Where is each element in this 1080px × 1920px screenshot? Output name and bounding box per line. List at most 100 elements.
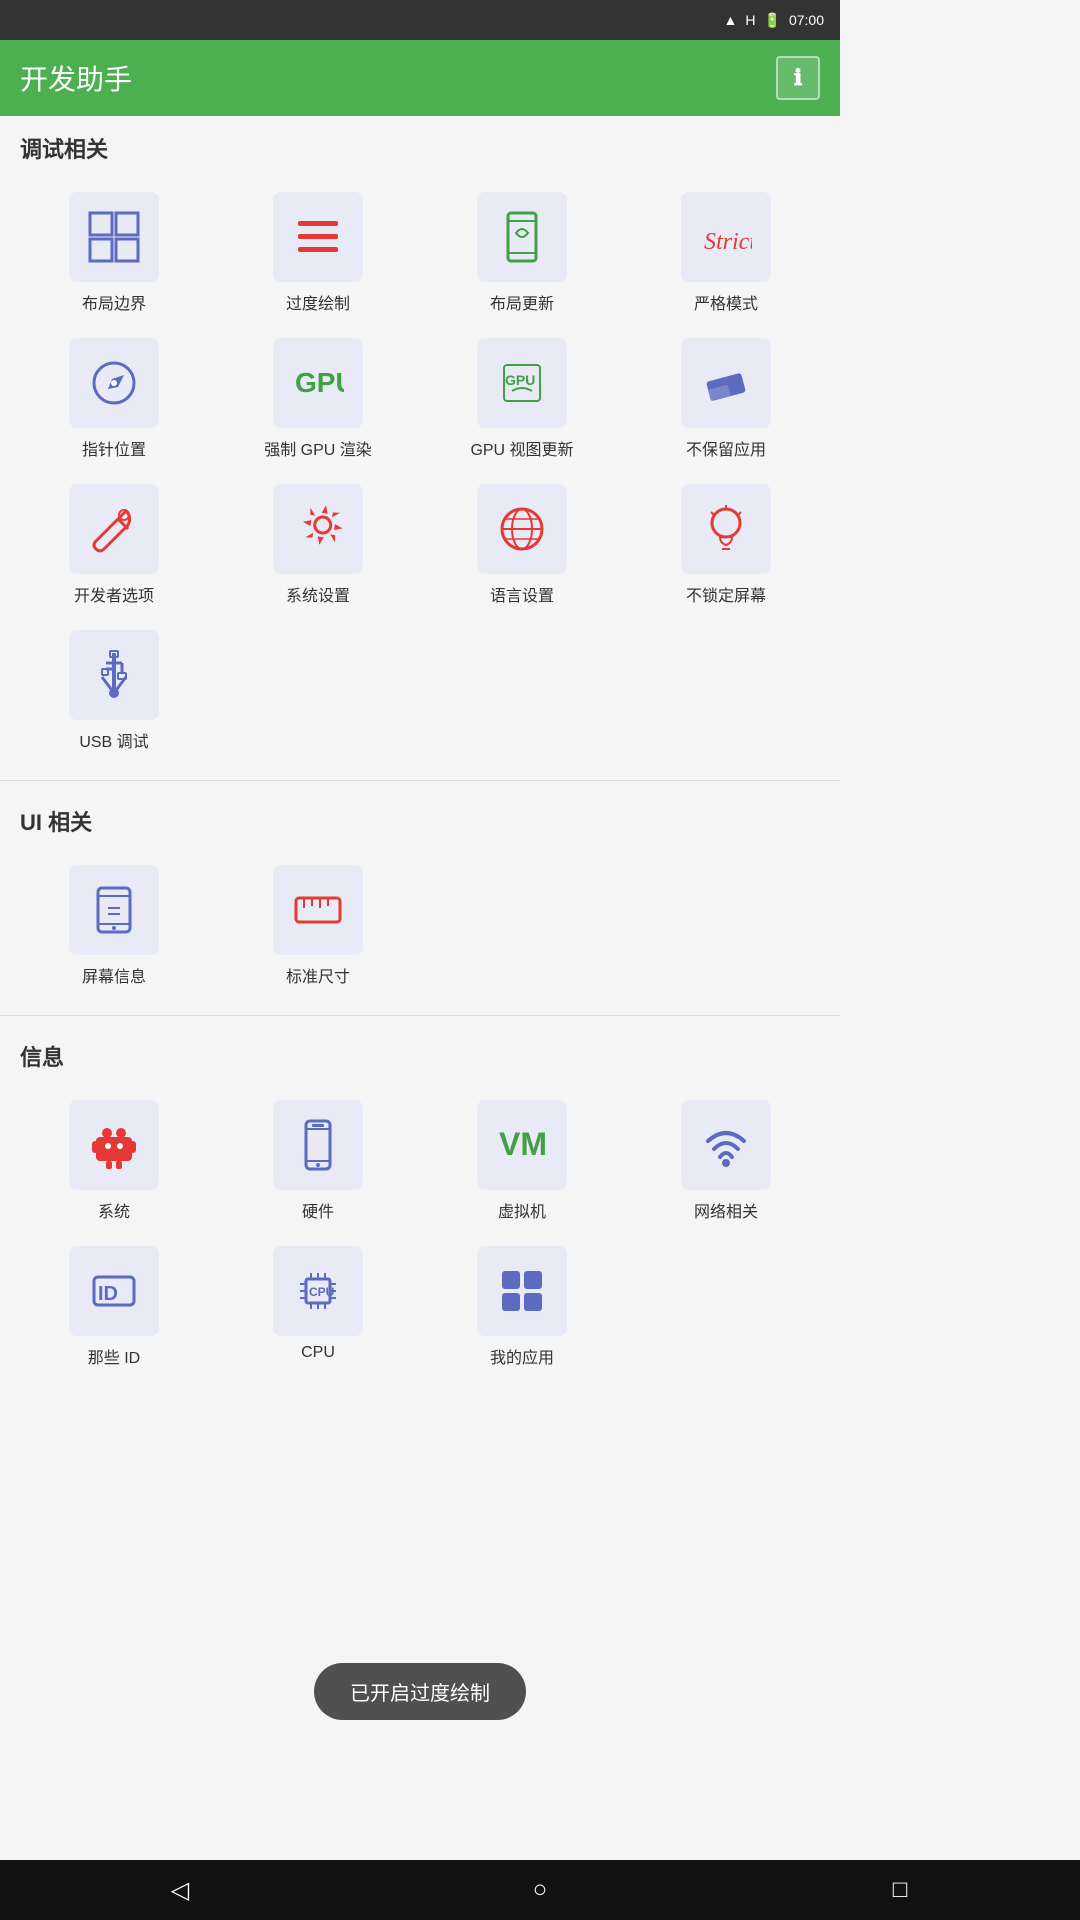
divider-1 — [0, 780, 840, 781]
label-vm: 虚拟机 — [498, 1198, 546, 1222]
item-lang-settings[interactable]: 语言设置 — [420, 472, 624, 618]
section-debug: 调试相关 布局边界 过度绘制 — [0, 116, 840, 772]
icon-box-those-id: ID — [69, 1246, 159, 1336]
item-layout-update[interactable]: 布局更新 — [420, 180, 624, 326]
item-sys-settings[interactable]: 系统设置 — [216, 472, 420, 618]
app-title: 开发助手 — [20, 58, 132, 98]
svg-text:GPU: GPU — [295, 367, 344, 398]
svg-text:GPU: GPU — [505, 372, 535, 388]
icon-box-gpu-view: GPU — [477, 338, 567, 428]
icon-box-my-app — [477, 1246, 567, 1336]
ruler-icon — [292, 884, 344, 936]
item-no-save-app[interactable]: 不保留应用 — [624, 326, 828, 472]
item-usb-debug[interactable]: USB 调试 — [12, 618, 216, 764]
item-hardware[interactable]: 硬件 — [216, 1088, 420, 1234]
item-pointer[interactable]: 指针位置 — [12, 326, 216, 472]
label-those-id: 那些 ID — [88, 1344, 140, 1368]
home-button[interactable]: ○ — [510, 1870, 570, 1910]
label-std-size: 标准尺寸 — [286, 963, 350, 987]
label-screen-info: 屏幕信息 — [82, 963, 146, 987]
item-gpu-view[interactable]: GPU GPU 视图更新 — [420, 326, 624, 472]
item-those-id[interactable]: ID 那些 ID — [12, 1234, 216, 1380]
bulb-icon — [700, 503, 752, 555]
icon-box-lang-settings — [477, 484, 567, 574]
signal-icon: ▲ — [724, 12, 738, 28]
toast-message: 已开启过度绘制 — [314, 1663, 526, 1720]
wifi-icon — [700, 1119, 752, 1171]
battery-icon: 🔋 — [764, 12, 781, 29]
icon-box-system — [69, 1100, 159, 1190]
cpu-icon: CPU — [292, 1265, 344, 1317]
svg-text:VM: VM — [499, 1126, 547, 1162]
item-dev-options[interactable]: 开发者选项 — [12, 472, 216, 618]
section-info: 信息 系统 — [0, 1024, 840, 1388]
label-gpu-view: GPU 视图更新 — [470, 436, 573, 460]
usb-icon — [88, 649, 140, 701]
strict-icon: Strict — [700, 211, 752, 263]
icon-box-layout-border — [69, 192, 159, 282]
back-button[interactable]: ◁ — [150, 1870, 210, 1910]
icon-box-vm: VM — [477, 1100, 567, 1190]
label-no-lock: 不锁定屏幕 — [686, 582, 766, 606]
label-usb-debug: USB 调试 — [79, 728, 148, 752]
icon-box-overdraw — [273, 192, 363, 282]
icon-box-layout-update — [477, 192, 567, 282]
recent-button[interactable]: □ — [870, 1870, 930, 1910]
pointer-icon — [88, 357, 140, 409]
svg-text:ID: ID — [98, 1283, 118, 1305]
id-icon: ID — [88, 1265, 140, 1317]
label-system: 系统 — [98, 1198, 130, 1222]
gear-icon — [294, 491, 358, 555]
item-force-gpu[interactable]: GPU 强制 GPU 渲染 — [216, 326, 420, 472]
item-cpu[interactable]: CPU CPU — [216, 1234, 420, 1380]
icon-box-usb-debug — [69, 630, 159, 720]
info-grid: 系统 硬件 VM 虚拟机 — [0, 1080, 840, 1388]
icon-box-std-size — [273, 865, 363, 955]
eraser-icon — [700, 357, 752, 409]
phone2-icon — [292, 1119, 344, 1171]
divider-2 — [0, 1015, 840, 1016]
label-lang-settings: 语言设置 — [490, 582, 554, 606]
vm-icon: VM — [496, 1119, 548, 1171]
globe-icon — [496, 503, 548, 555]
icon-box-network — [681, 1100, 771, 1190]
h-signal: H — [745, 12, 755, 28]
item-layout-border[interactable]: 布局边界 — [12, 180, 216, 326]
label-my-app: 我的应用 — [490, 1344, 554, 1368]
icon-box-pointer — [69, 338, 159, 428]
label-cpu: CPU — [301, 1344, 335, 1362]
status-bar: ▲ H 🔋 07:00 — [0, 0, 840, 40]
section-info-header: 信息 — [0, 1024, 840, 1080]
myapp-icon — [496, 1265, 548, 1317]
item-network[interactable]: 网络相关 — [624, 1088, 828, 1234]
item-no-lock[interactable]: 不锁定屏幕 — [624, 472, 828, 618]
item-overdraw[interactable]: 过度绘制 — [216, 180, 420, 326]
icon-box-strict-mode: Strict — [681, 192, 771, 282]
debug-grid: 布局边界 过度绘制 布局更新 — [0, 172, 840, 772]
phone-layout-icon — [496, 211, 548, 263]
item-system[interactable]: 系统 — [12, 1088, 216, 1234]
screen-icon — [88, 884, 140, 936]
icon-box-force-gpu: GPU — [273, 338, 363, 428]
label-network: 网络相关 — [694, 1198, 758, 1222]
item-std-size[interactable]: 标准尺寸 — [216, 853, 420, 999]
label-hardware: 硬件 — [302, 1198, 334, 1222]
time: 07:00 — [789, 12, 824, 28]
wrench-icon — [88, 503, 140, 555]
section-debug-header: 调试相关 — [0, 116, 840, 172]
item-screen-info[interactable]: 屏幕信息 — [12, 853, 216, 999]
item-vm[interactable]: VM 虚拟机 — [420, 1088, 624, 1234]
android-icon — [88, 1119, 140, 1171]
label-pointer: 指针位置 — [82, 436, 146, 460]
label-overdraw: 过度绘制 — [286, 290, 350, 314]
app-header: 开发助手 ℹ — [0, 40, 840, 116]
icon-box-dev-options — [69, 484, 159, 574]
item-strict-mode[interactable]: Strict 严格模式 — [624, 180, 828, 326]
gpu-icon: GPU — [292, 357, 344, 409]
label-no-save-app: 不保留应用 — [686, 436, 766, 460]
item-my-app[interactable]: 我的应用 — [420, 1234, 624, 1380]
icon-box-no-save-app — [681, 338, 771, 428]
label-force-gpu: 强制 GPU 渲染 — [264, 436, 372, 460]
icon-box-sys-settings — [273, 484, 363, 574]
info-button[interactable]: ℹ — [776, 56, 820, 100]
